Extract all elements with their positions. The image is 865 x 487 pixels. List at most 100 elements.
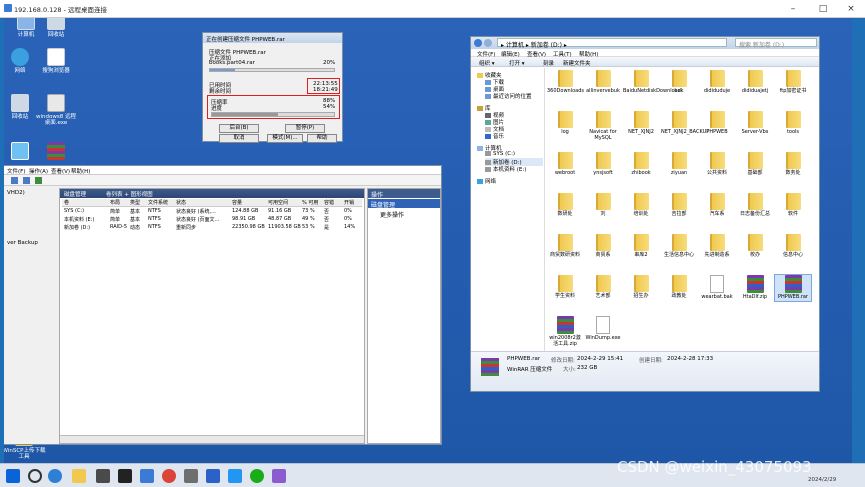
file-item[interactable]: 串库2 [623, 234, 659, 259]
app-icon[interactable] [228, 469, 242, 483]
file-item[interactable]: 政教处 [661, 275, 697, 300]
app-icon[interactable] [184, 469, 198, 483]
close-button[interactable]: × [840, 2, 862, 16]
file-label: 政教处 [671, 293, 687, 299]
nav-data-e[interactable]: 本机资料 (E:) [485, 165, 526, 173]
file-item[interactable]: 吉拉部 [661, 193, 697, 218]
edge-icon[interactable] [48, 469, 62, 483]
file-item[interactable]: PHPWEB.rar [774, 274, 812, 302]
pause-button[interactable]: 暂停(P) [285, 124, 325, 133]
file-item[interactable]: 先进制造系 [699, 234, 735, 259]
maximize-button[interactable]: □ [812, 2, 834, 16]
file-item[interactable]: allinvervebuk [585, 70, 621, 95]
help-button[interactable]: 帮助 [307, 134, 337, 143]
nav-music[interactable]: 音乐 [485, 132, 504, 140]
cancel-button[interactable]: 取消 [219, 134, 259, 143]
app-icon[interactable] [96, 469, 110, 483]
back-icon[interactable] [11, 177, 18, 184]
desktop-icon-rar[interactable] [34, 142, 78, 162]
file-item[interactable]: 360Downloads [547, 70, 584, 95]
search-input[interactable]: 搜索 新加卷 (D:) [735, 38, 817, 49]
monitor-icon [11, 142, 29, 160]
chrome-icon[interactable] [162, 469, 176, 483]
file-item[interactable]: 软件 [775, 193, 811, 218]
file-item[interactable]: 数务处 [775, 152, 811, 177]
file-item[interactable]: 培训处 [623, 193, 659, 218]
file-item[interactable]: tools [775, 111, 811, 136]
app-icon[interactable] [272, 469, 286, 483]
nav-recent[interactable]: 最近访问的位置 [485, 92, 532, 100]
back-icon[interactable] [474, 39, 482, 47]
file-item[interactable]: zhibook [623, 152, 659, 177]
open-button[interactable]: 打开 ▾ [509, 59, 525, 67]
time-highlight [307, 78, 340, 94]
burn-button[interactable]: 刻录 [543, 59, 554, 67]
desktop-icon-remote-exe[interactable]: windows8 远程桌面.exe [34, 94, 78, 126]
forward-icon[interactable] [22, 177, 30, 184]
file-item[interactable]: 商贸系 [585, 234, 621, 259]
file-item[interactable]: win2008r2激活工具.zip [547, 316, 583, 347]
file-item[interactable]: NET_XJNJ2_BACKUP [661, 111, 709, 136]
folder-icon [633, 234, 649, 251]
file-item[interactable]: 公共资料 [699, 152, 735, 177]
menu-file[interactable]: 文件(F) [7, 167, 25, 175]
breadcrumb[interactable]: ▸ 计算机 ▸ 新加卷 (D:) ▸ [497, 38, 727, 49]
detail-size: 232 GB [577, 365, 598, 371]
file-item[interactable]: Server-Vbs [737, 111, 773, 136]
start-icon[interactable] [6, 469, 20, 483]
more-actions[interactable]: 更多操作 [368, 208, 440, 221]
menu-action[interactable]: 操作(A) [29, 167, 48, 175]
file-item[interactable]: HtaDlf.zip [737, 275, 773, 301]
file-item[interactable]: 学生资料 [547, 275, 583, 300]
file-item[interactable]: BaiduNetdiskDownload [623, 70, 681, 95]
desktop-icon-recycle[interactable]: 回收站 [34, 18, 78, 38]
settings-icon[interactable] [140, 469, 154, 483]
file-item[interactable]: bak [661, 70, 697, 95]
left-text-2: ver Backup [7, 240, 38, 246]
file-item[interactable]: 日志备份汇总 [737, 193, 773, 218]
horizontal-scrollbar[interactable] [60, 435, 364, 443]
terminal-icon[interactable] [118, 469, 132, 483]
menu-help[interactable]: 帮助(H) [71, 167, 90, 175]
desktop-icon-browser[interactable]: 搜狗浏览器 [34, 48, 78, 74]
file-item[interactable]: ziyuan [661, 152, 697, 177]
file-item[interactable]: dididuajetj [737, 70, 773, 95]
wechat-icon[interactable] [250, 469, 264, 483]
minimize-button[interactable]: – [782, 2, 804, 16]
file-item[interactable]: dididuduje [699, 70, 735, 95]
file-item[interactable]: 数研处 [547, 193, 583, 218]
file-item[interactable]: WinDump.exe [585, 316, 621, 342]
file-label: 吉拉部 [671, 211, 687, 217]
actions-selected[interactable]: 磁盘管理 [368, 199, 440, 209]
organize-button[interactable]: 组织 ▾ [479, 59, 495, 67]
background-button[interactable]: 后台(B) [219, 124, 259, 133]
new-folder-button[interactable]: 新建文件夹 [563, 59, 591, 67]
file-item[interactable]: 招生办 [623, 275, 659, 300]
search-icon[interactable] [28, 469, 42, 483]
file-item[interactable]: 刘 [585, 193, 621, 218]
file-item[interactable]: 基础部 [737, 152, 773, 177]
file-item[interactable]: wearbat.bak [699, 275, 735, 301]
folder-icon [709, 234, 725, 251]
file-item[interactable]: PHPWEB [699, 111, 735, 136]
file-item[interactable]: ftp加密证书 [775, 70, 811, 95]
file-item[interactable]: ynsjsoft [585, 152, 621, 177]
file-item[interactable]: 商贸数研资料 [547, 234, 583, 259]
file-item[interactable]: NET_XJNJ2 [623, 111, 659, 136]
menu-view[interactable]: 查看(V) [51, 167, 70, 175]
file-item[interactable]: webroot [547, 152, 583, 177]
file-item[interactable]: 艺术部 [585, 275, 621, 300]
nav-sys-c[interactable]: SYS (C:) [485, 151, 515, 157]
file-item[interactable]: 汽车系 [699, 193, 735, 218]
mode-button[interactable]: 模式(M)... [267, 134, 303, 143]
refresh-icon[interactable] [34, 177, 42, 184]
file-item[interactable]: 校办 [737, 234, 773, 259]
file-item[interactable]: Navicat for MySQL [585, 111, 621, 141]
file-item[interactable]: 生活信息中心 [661, 234, 697, 259]
file-item[interactable]: 信息中心 [775, 234, 811, 259]
forward-icon[interactable] [484, 39, 492, 47]
file-explorer-icon[interactable] [72, 469, 86, 483]
nav-network[interactable]: 网络 [477, 177, 496, 185]
remote-desktop-icon[interactable] [206, 469, 220, 483]
file-item[interactable]: log [547, 111, 583, 136]
